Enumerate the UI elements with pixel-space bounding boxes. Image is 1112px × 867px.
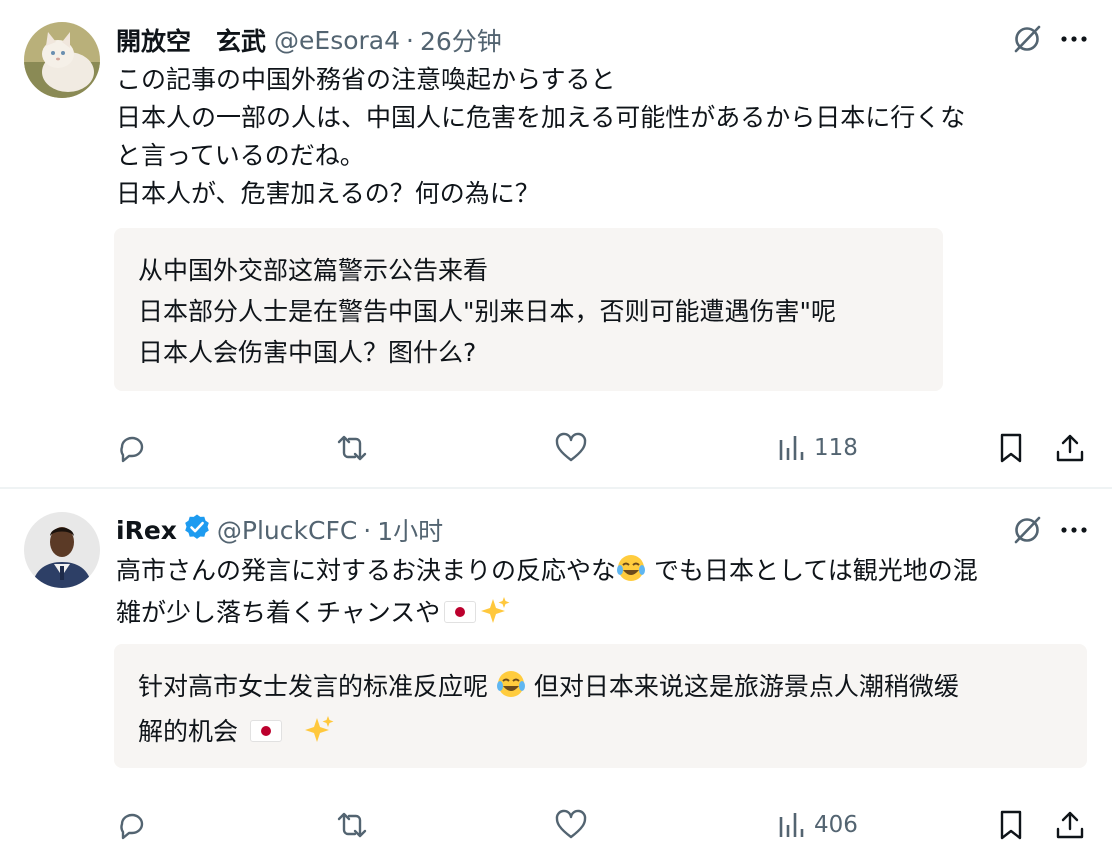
retweet-button[interactable] <box>334 805 370 845</box>
more-icon[interactable] <box>1060 525 1088 535</box>
bookmark-icon <box>997 809 1025 841</box>
translation-box: 针对高市女士发言的标准反应呢 但对日本来说这是旅游景点人潮稍微缓 解的机会 <box>114 644 1087 768</box>
translation-line: 日本人会伤害中国人？图什么? <box>138 338 477 367</box>
tweet-text-line: と言っているのだね。 <box>116 141 365 170</box>
retweet-icon <box>334 809 370 841</box>
tweet-text-line: 日本人が、危害加えるの？何の為に？ <box>116 179 540 208</box>
like-button[interactable] <box>554 805 588 845</box>
reply-icon <box>116 809 148 841</box>
tears-of-joy-emoji <box>496 669 526 711</box>
retweet-button[interactable] <box>334 428 370 468</box>
handle[interactable]: @eEsora4 <box>274 26 400 55</box>
more-icon[interactable] <box>1060 34 1088 44</box>
tweet-top-actions <box>1012 515 1088 545</box>
translation-segment: 解的机会 <box>138 717 246 746</box>
tweet-text-segment: 高市さんの発言に対するお決まりの反応やな <box>116 556 617 585</box>
share-button[interactable] <box>1054 805 1086 845</box>
tweet-header: iRex @PluckCFC · 1小时 <box>116 512 443 548</box>
translation-segment: 针对高市女士发言的标准反应呢 <box>138 672 496 701</box>
share-icon <box>1054 432 1086 464</box>
tweet-text: この記事の中国外務省の注意喚起からすると 日本人の一部の人は、中国人に危害を加え… <box>116 61 1086 213</box>
grok-icon[interactable] <box>1012 24 1042 54</box>
views-icon <box>776 432 806 464</box>
views-count: 406 <box>814 812 858 838</box>
display-name[interactable]: 開放空 玄武 <box>116 22 266 58</box>
tweet-text-segment: でも日本としては観光地の混 <box>646 556 978 585</box>
tears-of-joy-emoji <box>616 553 646 594</box>
tweet-header: 開放空 玄武 @eEsora4 · 26分钟 <box>116 22 502 58</box>
tweet-text-line: 日本人の一部の人は、中国人に危害を加える可能性があるから日本に行くな <box>116 103 966 132</box>
bookmark-button[interactable] <box>997 428 1025 468</box>
views-button[interactable]: 118 <box>776 428 858 468</box>
retweet-icon <box>334 432 370 464</box>
tweet-top-actions <box>1012 24 1088 54</box>
sparkles-emoji <box>304 714 334 756</box>
translation-line: 解的机会 <box>138 711 1063 756</box>
like-icon <box>554 809 588 841</box>
tweet-text: 高市さんの発言に対するお決まりの反応やな でも日本としては観光地の混 雑が少し落… <box>116 552 1086 636</box>
display-name[interactable]: iRex <box>116 516 177 545</box>
tweet-text-line: この記事の中国外務省の注意喚起からすると <box>116 65 616 94</box>
separator-dot: · <box>406 25 414 55</box>
bookmark-icon <box>997 432 1025 464</box>
reply-button[interactable] <box>116 428 148 468</box>
like-icon <box>554 432 588 464</box>
avatar-cat[interactable] <box>24 22 100 98</box>
share-button[interactable] <box>1054 428 1086 468</box>
grok-icon[interactable] <box>1012 515 1042 545</box>
avatar-irex[interactable] <box>24 512 100 588</box>
tweet-1[interactable]: 開放空 玄武 @eEsora4 · 26分钟 この記事の中国外務省の注意喚起から… <box>0 0 1112 487</box>
verified-badge-icon <box>177 513 217 547</box>
views-button[interactable]: 406 <box>776 805 858 845</box>
action-bar: 406 <box>116 805 1092 845</box>
views-icon <box>776 809 806 841</box>
like-button[interactable] <box>554 428 588 468</box>
views-count: 118 <box>814 435 858 461</box>
sparkles-emoji <box>480 595 510 636</box>
translation-line: 日本部分人士是在警告中国人"别来日本，否则可能遭遇伤害"呢 <box>138 297 837 326</box>
tweet-text-line: 高市さんの発言に対するお決まりの反応やな でも日本としては観光地の混 <box>116 552 1086 594</box>
action-bar: 118 <box>116 428 1092 468</box>
japan-flag-emoji <box>249 720 282 742</box>
handle[interactable]: @PluckCFC <box>217 516 357 545</box>
translation-segment: 但对日本来说这是旅游景点人潮稍微缓 <box>525 672 959 701</box>
tweet-text-line: 雑が少し落ち着くチャンスや <box>116 594 1086 636</box>
tweet-2[interactable]: iRex @PluckCFC · 1小时 高市さんの発言に対するお決まりの反応や… <box>0 489 1112 867</box>
japan-flag-emoji <box>444 601 477 623</box>
reply-button[interactable] <box>116 805 148 845</box>
tweet-text-segment: 雑が少し落ち着くチャンスや <box>116 598 441 627</box>
timestamp[interactable]: 26分钟 <box>420 22 502 58</box>
reply-icon <box>116 432 148 464</box>
share-icon <box>1054 809 1086 841</box>
translation-line: 针对高市女士发言的标准反应呢 但对日本来说这是旅游景点人潮稍微缓 <box>138 666 1063 711</box>
translation-box: 从中国外交部这篇警示公告来看 日本部分人士是在警告中国人"别来日本，否则可能遭遇… <box>114 228 943 391</box>
separator-dot: · <box>363 515 372 545</box>
bookmark-button[interactable] <box>997 805 1025 845</box>
timestamp[interactable]: 1小时 <box>377 512 443 548</box>
translation-line: 从中国外交部这篇警示公告来看 <box>138 256 489 285</box>
